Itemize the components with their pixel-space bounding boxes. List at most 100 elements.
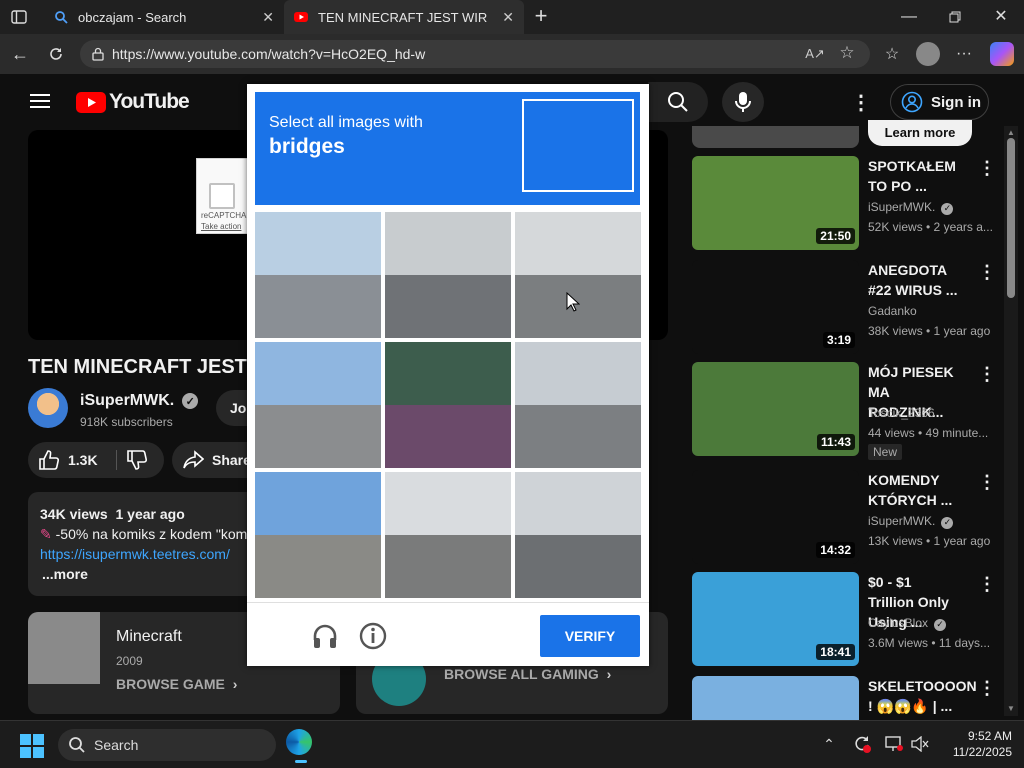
video-channel[interactable]: Gadanko (868, 304, 917, 318)
restore-icon[interactable] (944, 8, 966, 26)
video-menu-kebab-icon[interactable]: ⋮ (978, 472, 996, 493)
close-icon[interactable]: ✕ (262, 9, 274, 26)
display-icon[interactable] (884, 735, 904, 753)
tab-youtube[interactable]: TEN MINECRAFT JEST WIRUSEM ✕ (284, 0, 524, 34)
video-title[interactable]: KOMENDY KTÓRYCH ... (868, 470, 958, 510)
description-link[interactable]: https://isupermwk.teetres.com/ (40, 546, 230, 562)
recaptcha-checkbox-widget[interactable]: reCAPTCHA Take action (196, 158, 248, 234)
video-channel[interactable]: iSuperMWK. ✓ (868, 514, 954, 529)
clock-date: 11/22/2025 (952, 745, 1012, 759)
recommended-video[interactable]: 18:41 $0 - $1 Trillion Only Using ... Cayl… (692, 572, 996, 672)
scrollbar-thumb[interactable] (1007, 138, 1015, 298)
settings-kebab-icon[interactable]: ⋮ (850, 90, 872, 114)
volume-muted-icon[interactable] (910, 735, 930, 753)
tab-actions-icon[interactable] (8, 7, 30, 27)
video-menu-kebab-icon[interactable]: ⋮ (978, 364, 996, 385)
scroll-up-icon[interactable]: ▲ (1007, 128, 1015, 137)
video-menu-kebab-icon[interactable]: ⋮ (978, 574, 996, 595)
channel-name[interactable]: iSuperMWK. ✓ (80, 392, 199, 410)
scroll-down-icon[interactable]: ▼ (1007, 704, 1015, 713)
video-thumbnail[interactable]: 18:41 (692, 572, 859, 666)
video-channel[interactable]: Toscik_2366 (868, 406, 935, 420)
menu-icon[interactable] (30, 92, 50, 110)
clock-time: 9:52 AM (967, 729, 1012, 743)
description-box[interactable]: 34K views 1 year ago ✎ -50% na komiks z … (28, 492, 268, 596)
tile-concrete-pillar[interactable] (385, 472, 511, 598)
tab-search[interactable]: obczajam - Search ✕ (44, 0, 284, 34)
more-icon[interactable]: ··· (954, 44, 974, 64)
tile-highway-poles[interactable] (515, 472, 641, 598)
more-link[interactable]: ...more (42, 566, 88, 582)
close-window-icon[interactable]: ✕ (990, 6, 1012, 26)
tile-road-overpass[interactable] (385, 212, 511, 338)
read-aloud-icon[interactable]: A↗ (805, 45, 825, 63)
chevron-up-icon[interactable]: ⌃ (820, 735, 838, 753)
minimize-icon[interactable]: — (898, 8, 920, 26)
video-channel[interactable]: iSuperMWK. ✓ (868, 200, 954, 215)
captcha-footer-divider (247, 602, 649, 603)
start-icon[interactable] (20, 734, 44, 763)
video-title[interactable]: SPOTKAŁEM TO PO ... (868, 156, 958, 196)
recaptcha-checkbox[interactable] (209, 183, 235, 209)
youtube-logo[interactable]: YouTube (76, 90, 190, 114)
channel-name-text: iSuperMWK. (80, 392, 175, 409)
recommended-video[interactable]: 3:19 ANEGDOTA #22 WIRUS ... Gadanko 38K vie… (692, 260, 996, 360)
tile-railing-crane[interactable] (255, 212, 381, 338)
favorite-star-icon[interactable]: ☆ (838, 43, 856, 62)
recaptcha-sub-label[interactable]: Take action (201, 222, 241, 231)
refresh-icon[interactable] (44, 42, 68, 66)
sign-in-label: Sign in (931, 93, 981, 111)
favorites-icon[interactable]: ☆ (882, 44, 902, 64)
search-button[interactable] (648, 82, 708, 122)
tile-overpass-highway[interactable] (255, 472, 381, 598)
video-thumbnail[interactable]: 14:32 (692, 470, 859, 564)
like-button[interactable]: 1.3K (38, 448, 98, 472)
recommended-video[interactable]: 14:32 KOMENDY KTÓRYCH ... iSuperMWK. ✓ 13K v… (692, 470, 996, 570)
channel-avatar[interactable] (28, 388, 68, 428)
dislike-button[interactable] (126, 449, 148, 476)
video-channel[interactable]: CaylusBlox ✓ (868, 616, 947, 631)
taskbar-search[interactable]: Search (58, 729, 276, 761)
address-bar[interactable]: https://www.youtube.com/watch?v=HcO2EQ_h… (80, 40, 870, 68)
sync-alert-icon[interactable] (852, 734, 872, 754)
video-thumbnail[interactable] (692, 676, 859, 720)
clock[interactable]: 9:52 AM 11/22/2025 (940, 728, 1012, 760)
back-icon[interactable]: ← (8, 42, 32, 66)
description-stats: 34K views 1 year ago (40, 506, 185, 522)
video-channel-name: Toscik_2366 (868, 406, 935, 420)
video-thumbnail[interactable]: 21:50 (692, 156, 859, 250)
verify-button[interactable]: VERIFY (540, 615, 640, 657)
video-menu-kebab-icon[interactable]: ⋮ (978, 262, 996, 283)
video-menu-kebab-icon[interactable]: ⋮ (978, 678, 996, 699)
tile-elevated-highway[interactable] (515, 212, 641, 338)
browse-game-link[interactable]: BROWSE GAME › (116, 676, 237, 692)
scrollbar[interactable]: ▲ ▼ (1004, 126, 1018, 716)
tile-street-buildings[interactable] (255, 342, 381, 468)
profile-avatar-icon[interactable] (916, 42, 940, 66)
ad-thumbnail[interactable] (692, 126, 859, 148)
browse-all-gaming-link[interactable]: BROWSE ALL GAMING › (444, 666, 611, 682)
voice-search-button[interactable] (722, 82, 764, 122)
site-info-icon[interactable] (90, 46, 106, 62)
tile-blurry-road[interactable] (385, 342, 511, 468)
tile-road-white-car[interactable] (515, 342, 641, 468)
video-title[interactable]: ANEGDOTA #22 WIRUS ... (868, 260, 958, 300)
video-thumbnail[interactable]: 11:43 (692, 362, 859, 456)
recommended-video[interactable]: 21:50 SPOTKAŁEM TO PO ... iSuperMWK. ✓ 52K v… (692, 156, 996, 256)
learn-more-button[interactable]: Learn more (868, 120, 972, 146)
edge-taskbar-icon[interactable] (286, 729, 316, 763)
video-menu-kebab-icon[interactable]: ⋮ (978, 158, 996, 179)
info-icon[interactable] (359, 622, 387, 655)
share-label: Share (212, 452, 251, 468)
video-title[interactable]: SKELETOOOON ! 😱😱🔥 | ... (868, 676, 977, 716)
like-count: 1.3K (68, 452, 98, 468)
new-tab-icon[interactable]: + (530, 3, 552, 28)
sign-in-button[interactable]: Sign in (890, 84, 989, 120)
audio-challenge-icon[interactable] (311, 622, 339, 655)
copilot-icon[interactable] (990, 42, 1014, 66)
video-thumbnail[interactable]: 3:19 (692, 260, 859, 354)
close-icon[interactable]: ✕ (502, 9, 514, 26)
recommended-video[interactable]: SKELETOOOON ! 😱😱🔥 | ... ⋮ (692, 676, 996, 720)
recommended-video[interactable]: 11:43 MÓJ PIESEK MA RODZINK... Toscik_2366… (692, 362, 996, 462)
share-button[interactable]: Share (172, 442, 252, 478)
